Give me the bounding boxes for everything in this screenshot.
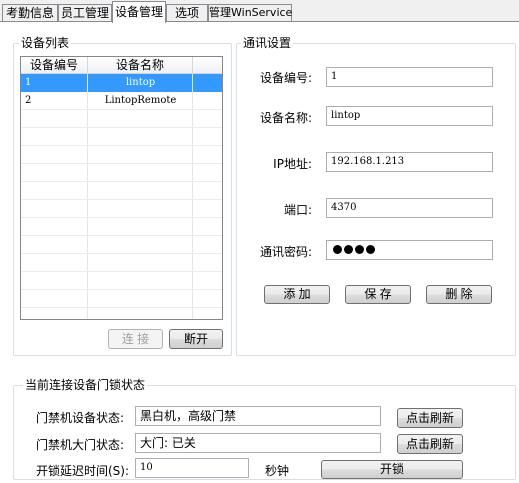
tab-manage-winservice[interactable]: 管理WinService [208,4,292,22]
device-id-field[interactable]: 1 [326,67,493,87]
password-field[interactable] [326,240,493,260]
grid-line [21,199,222,200]
device-name-cell: lintop [125,77,156,88]
device-name-label: 设备名称: [259,111,312,125]
door-status-field[interactable]: 大门: 已关 [135,433,381,453]
delete-button[interactable]: 删 除 [426,285,492,304]
device-list-header: 设备编号 设备名称 [21,57,222,74]
column-header-filler [193,57,222,74]
device-list-view[interactable]: 设备编号 设备名称 1 lintop 2 LintopRemote [20,56,223,320]
grid-line [21,307,222,308]
device-list-title: 设备列表 [19,36,72,50]
refresh-door-status-button[interactable]: 点击刷新 [397,434,463,454]
password-mask-dot [333,245,342,254]
unlock-delay-field[interactable]: 10 [135,458,249,478]
save-button[interactable]: 保 存 [345,285,411,304]
column-header-device-id[interactable]: 设备编号 [21,57,88,74]
refresh-device-status-button[interactable]: 点击刷新 [397,408,463,428]
password-mask-dot [355,245,364,254]
grid-line [21,163,222,164]
port-field[interactable]: 4370 [326,198,493,218]
grid-line [192,74,193,319]
grid-line [21,217,222,218]
device-status-field[interactable]: 黑白机，高级门禁 [135,406,381,426]
port-label: 端口: [283,203,312,217]
unlock-delay-unit: 秒钟 [265,464,290,478]
device-name-cell: LintopRemote [104,95,177,106]
column-header-device-name[interactable]: 设备名称 [88,57,193,74]
device-status-label: 门禁机设备状态: [36,411,125,425]
grid-line [87,74,88,319]
grid-line [21,109,222,110]
device-id-label: 设备编号: [259,71,312,85]
door-status-label: 门禁机大门状态: [36,438,125,452]
device-id-cell: 1 [25,77,32,88]
device-name-field[interactable]: lintop [326,106,493,126]
tab-options[interactable]: 选项 [166,4,208,22]
grid-line [21,271,222,272]
add-button[interactable]: 添 加 [264,285,330,304]
tab-employee-management[interactable]: 员工管理 [58,4,112,22]
grid-line [21,235,222,236]
door-lock-status-title: 当前连接设备门锁状态 [23,378,148,392]
disconnect-button[interactable]: 断开 [169,329,223,349]
grid-line [21,145,222,146]
grid-line [21,289,222,290]
unlock-delay-label: 开锁延迟时间(S): [36,464,130,478]
connect-button[interactable]: 连 接 [108,329,163,349]
tab-attendance-info[interactable]: 考勤信息 [2,4,58,22]
tab-device-management[interactable]: 设备管理 [112,1,166,23]
unlock-button[interactable]: 开锁 [321,460,463,479]
password-mask-dot [344,245,353,254]
grid-line [21,127,222,128]
grid-line [21,253,222,254]
password-label: 通讯密码: [259,245,312,259]
ip-address-label: IP地址: [273,157,312,171]
comm-settings-title: 通讯设置 [241,36,294,50]
password-mask-dot [366,245,375,254]
ip-address-field[interactable]: 192.168.1.213 [326,152,493,172]
grid-line [21,181,222,182]
device-id-cell: 2 [25,95,32,106]
tab-strip: 考勤信息 员工管理 设备管理 选项 管理WinService [0,0,519,23]
